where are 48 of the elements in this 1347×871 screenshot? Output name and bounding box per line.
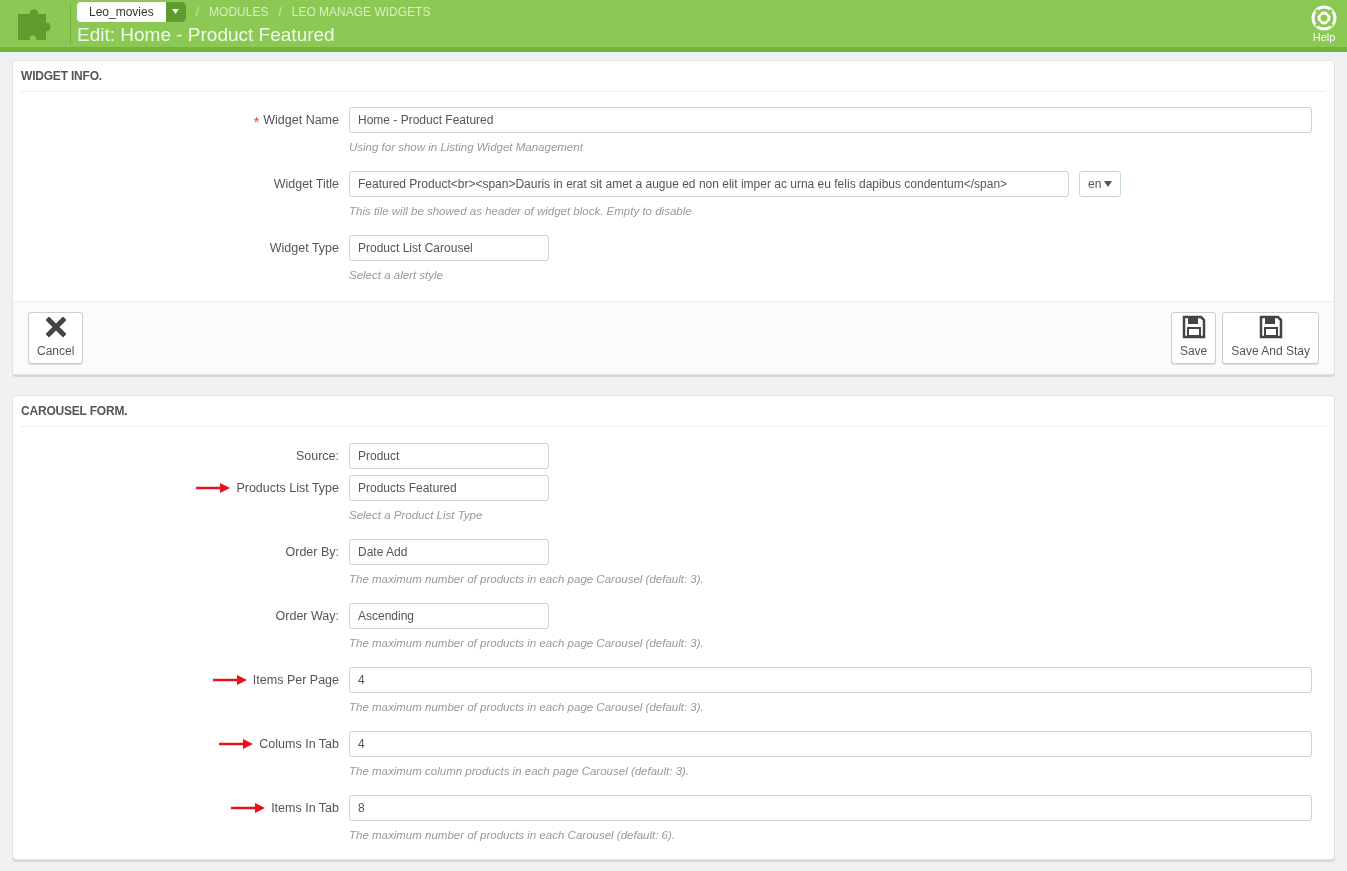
field-label: Widget Name xyxy=(263,111,339,129)
help-text: The maximum number of products in each Carousel (default: 6). xyxy=(349,828,676,843)
pointer-arrow-icon xyxy=(212,675,247,685)
pointer-arrow-icon xyxy=(219,739,254,749)
pointer-arrow-icon xyxy=(231,803,266,813)
lifebuoy-icon xyxy=(1311,4,1337,31)
text-field[interactable]: Product xyxy=(349,443,549,469)
field-label: Order By: xyxy=(285,543,339,561)
text-field[interactable]: Home - Product Featured xyxy=(349,107,1312,133)
pointer-arrow-icon xyxy=(196,483,231,493)
save-button[interactable]: Save And Stay xyxy=(1222,312,1319,364)
save-button[interactable]: Save xyxy=(1170,312,1217,364)
text-field[interactable]: Ascending xyxy=(349,603,549,629)
field-label: Items In Tab xyxy=(271,799,339,817)
field-label: Order Way: xyxy=(275,607,339,625)
text-field[interactable]: Products Featured xyxy=(349,475,549,501)
field-label: Widget Title xyxy=(273,175,339,193)
help-text: Using for show in Listing Widget Management xyxy=(349,140,585,155)
text-field[interactable]: Featured Product<br><span>Dauris in erat sit amet a augue ed non elit imper ac urna eu felis dapibus condentum</span> xyxy=(349,171,1069,197)
required-marker: * xyxy=(253,117,260,127)
caret-icon xyxy=(172,9,180,14)
help-text: The maximum number of products in each page Carousel (default: 3). xyxy=(349,700,705,715)
help-text: This tile will be showed as header of widget block. Empty to disable xyxy=(349,204,693,219)
help-text: The maximum number of products in each page Carousel (default: 3). xyxy=(349,636,704,651)
field-label: Colums In Tab xyxy=(259,735,339,753)
panel-title: WIDGET INFO. xyxy=(21,68,102,85)
text-field[interactable]: 4 xyxy=(349,731,1312,757)
page-title: Edit: Home - Product Featured xyxy=(77,22,336,47)
help-text: Select a alert style xyxy=(349,268,444,283)
close-icon xyxy=(45,317,66,337)
panel-title: CAROUSEL FORM. xyxy=(21,403,128,420)
shop-selector[interactable]: Leo_movies xyxy=(77,1,186,22)
text-field[interactable]: Date Add xyxy=(349,539,549,565)
language-dropdown[interactable]: en xyxy=(1079,171,1122,197)
field-label: Source: xyxy=(295,447,339,465)
field-label: Items Per Page xyxy=(252,671,339,689)
caret-icon xyxy=(1104,181,1113,187)
text-field[interactable]: Product List Carousel xyxy=(349,235,549,261)
help-text: The maximum number of products in each page Carousel (default: 3). xyxy=(349,572,704,587)
help-text: Select a Product List Type xyxy=(349,508,484,523)
breadcrumb-separator: / xyxy=(278,3,282,21)
text-field[interactable]: 8 xyxy=(349,795,1312,821)
field-label: Widget Type xyxy=(269,239,339,257)
breadcrumb-separator: / xyxy=(195,3,200,21)
help-text: The maximum column products in each page Carousel (default: 3). xyxy=(349,764,691,779)
cancel-button[interactable]: Cancel xyxy=(28,312,84,364)
field-label: Products List Type xyxy=(236,479,339,497)
text-field[interactable]: 4 xyxy=(349,667,1312,693)
